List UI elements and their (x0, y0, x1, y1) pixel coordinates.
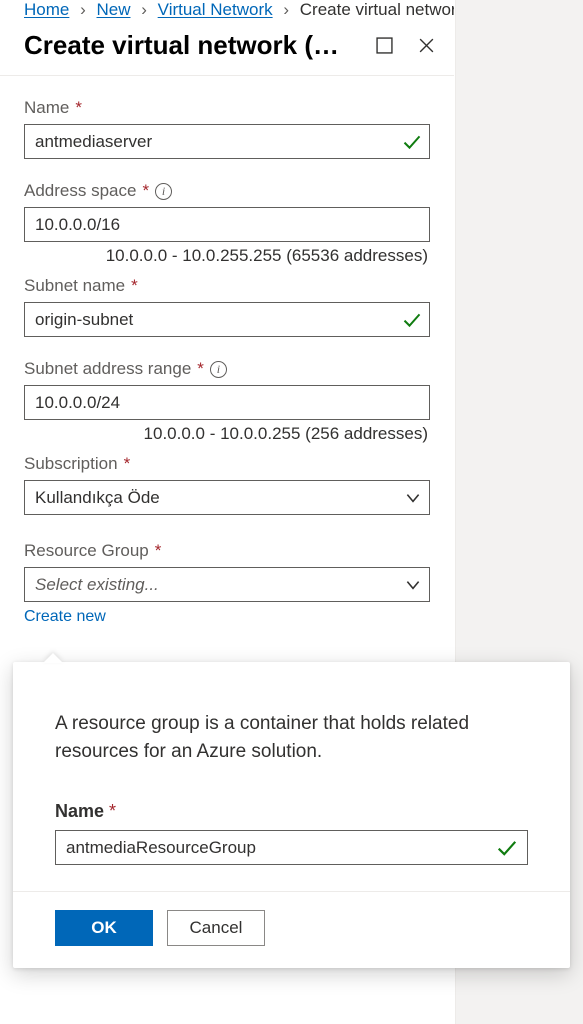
breadcrumb-sep: › (277, 0, 295, 19)
resource-group-label: Resource Group * (24, 541, 430, 561)
resource-group-label-text: Resource Group (24, 541, 149, 561)
popover-name-input[interactable] (55, 830, 528, 865)
popover-name-label-text: Name (55, 801, 104, 821)
address-space-label-text: Address space (24, 181, 136, 201)
subnet-name-label-text: Subnet name (24, 276, 125, 296)
maximize-button[interactable] (372, 34, 396, 58)
required-indicator: * (109, 801, 116, 821)
chevron-down-icon (404, 489, 422, 507)
create-new-link[interactable]: Create new (24, 602, 106, 626)
create-resource-group-popover: A resource group is a container that hol… (13, 662, 570, 968)
cancel-button[interactable]: Cancel (167, 910, 265, 946)
required-indicator: * (124, 454, 131, 474)
required-indicator: * (155, 541, 162, 561)
subscription-select[interactable]: Kullandıkça Öde (24, 480, 430, 515)
form-body: Name * Address space * i 10.0.0.0 - 10.0… (0, 76, 454, 626)
name-label-text: Name (24, 98, 69, 118)
subnet-name-input[interactable] (24, 302, 430, 337)
maximize-icon (376, 37, 393, 54)
required-indicator: * (142, 181, 149, 201)
resource-group-select[interactable]: Select existing... (24, 567, 430, 602)
required-indicator: * (197, 359, 204, 379)
check-icon (402, 310, 422, 330)
blade-header: Create virtual network (cl… (0, 24, 454, 76)
breadcrumb-sep: › (135, 0, 153, 19)
subnet-range-hint: 10.0.0.0 - 10.0.0.255 (256 addresses) (24, 420, 430, 450)
name-label: Name * (24, 98, 430, 118)
blade-panel: Home › New › Virtual Network › Create vi… (0, 0, 454, 626)
chevron-down-icon (404, 576, 422, 594)
breadcrumb-sep: › (74, 0, 92, 19)
breadcrumb-new[interactable]: New (97, 0, 131, 19)
breadcrumb-home[interactable]: Home (24, 0, 69, 19)
subscription-label-text: Subscription (24, 454, 118, 474)
breadcrumb-current: Create virtual network (classi (300, 0, 454, 19)
close-button[interactable] (414, 34, 438, 58)
page-title: Create virtual network (cl… (24, 30, 344, 61)
name-input[interactable] (24, 124, 430, 159)
required-indicator: * (131, 276, 138, 296)
info-icon[interactable]: i (155, 183, 172, 200)
subnet-name-label: Subnet name * (24, 276, 430, 296)
close-icon (418, 37, 435, 54)
subnet-range-label-text: Subnet address range (24, 359, 191, 379)
ok-button[interactable]: OK (55, 910, 153, 946)
breadcrumb: Home › New › Virtual Network › Create vi… (0, 0, 454, 24)
subscription-value: Kullandıkça Öde (35, 488, 160, 508)
info-icon[interactable]: i (210, 361, 227, 378)
address-space-label: Address space * i (24, 181, 430, 201)
address-space-input[interactable] (24, 207, 430, 242)
popover-name-label: Name * (55, 801, 528, 822)
subnet-range-input[interactable] (24, 385, 430, 420)
breadcrumb-virtual-network[interactable]: Virtual Network (158, 0, 273, 19)
subscription-label: Subscription * (24, 454, 430, 474)
address-space-hint: 10.0.0.0 - 10.0.255.255 (65536 addresses… (24, 242, 430, 272)
popover-description: A resource group is a container that hol… (55, 710, 528, 765)
check-icon (496, 837, 518, 859)
check-icon (402, 132, 422, 152)
resource-group-placeholder: Select existing... (35, 575, 159, 595)
subnet-range-label: Subnet address range * i (24, 359, 430, 379)
required-indicator: * (75, 98, 82, 118)
